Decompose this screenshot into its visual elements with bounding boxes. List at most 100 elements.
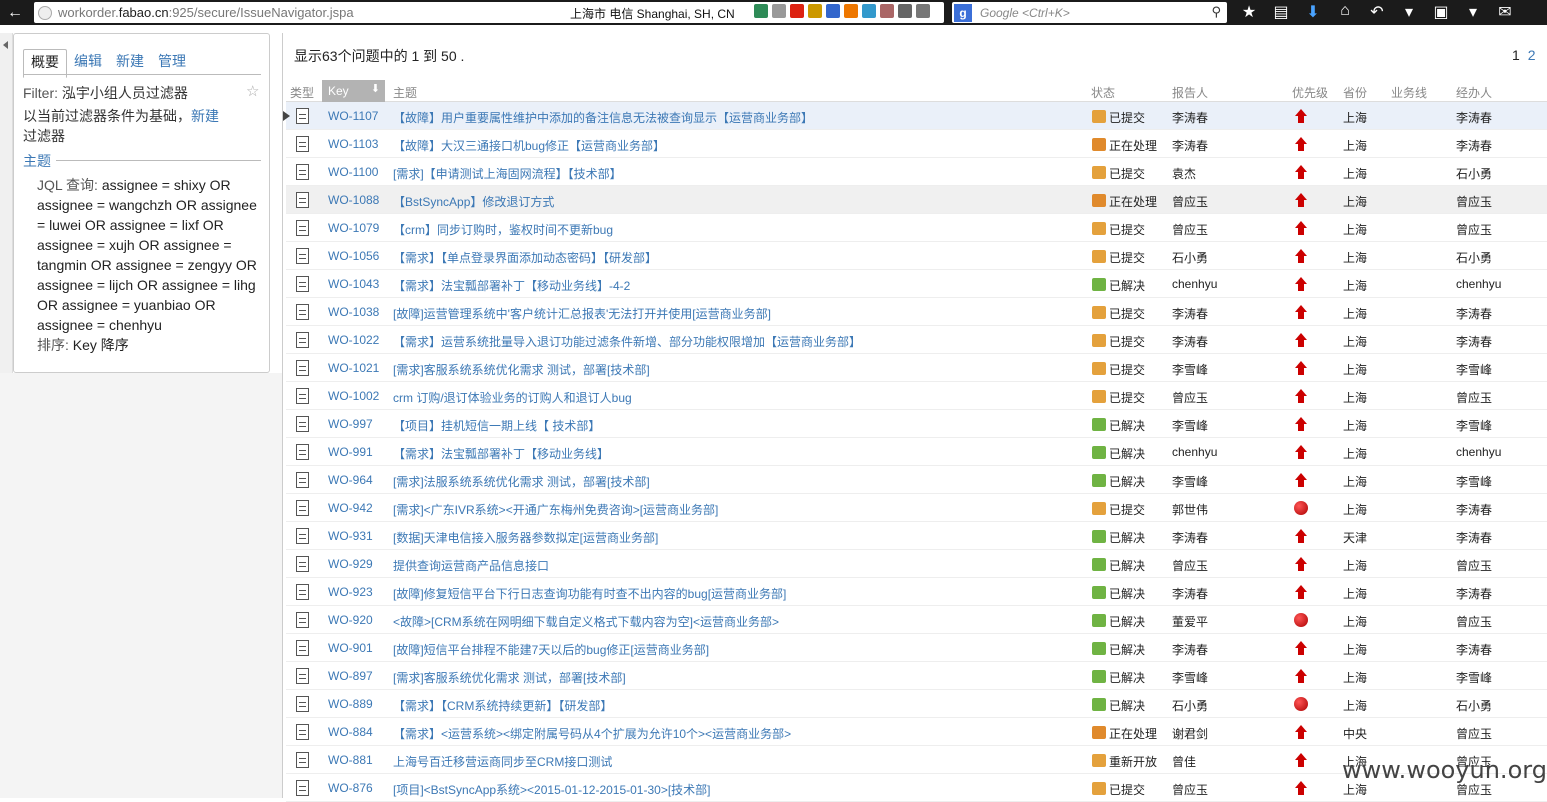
issue-summary-link[interactable]: 【需求】【单点登录界面添加动态密码】【研发部】 bbox=[393, 249, 657, 266]
issue-summary-link[interactable]: 【需求】【CRM系统持续更新】【研发部】 bbox=[393, 697, 612, 714]
issue-summary-link[interactable]: crm 订购/退订体验业务的订购人和退订人bug bbox=[393, 389, 632, 406]
table-row[interactable]: WO-931 [数据]天津电信接入服务器参数拟定[运营商业务部] 已解决 李涛春 天津 李… bbox=[286, 522, 1547, 550]
issue-summary-link[interactable]: 【需求】法宝瓢部署补丁【移动业务线】-4-2 bbox=[393, 277, 630, 294]
table-row[interactable]: WO-897 [需求]客服系统优化需求 测试，部署[技术部] 已解决 李雪峰 上海 李雪峰 bbox=[286, 662, 1547, 690]
bookmark-star-icon[interactable]: ★ bbox=[1238, 2, 1260, 22]
col-bizline[interactable]: 业务线 bbox=[1391, 84, 1427, 101]
undo-icon[interactable]: ↶ bbox=[1366, 2, 1388, 22]
issue-key-link[interactable]: WO-884 bbox=[328, 725, 373, 739]
issue-summary-link[interactable]: 【需求】<运营系统><绑定附属号码从4个扩展为允许10个><运营商业务部> bbox=[393, 725, 791, 742]
issue-key-link[interactable]: WO-942 bbox=[328, 501, 373, 515]
home-icon[interactable]: ⌂ bbox=[1334, 2, 1356, 22]
shield-icon[interactable] bbox=[754, 4, 768, 18]
issue-key-link[interactable]: WO-1079 bbox=[328, 221, 379, 235]
col-summary[interactable]: 主题 bbox=[393, 84, 417, 101]
issue-summary-link[interactable]: 【项目】挂机短信一期上线【 技术部】 bbox=[393, 417, 600, 434]
issue-key-link[interactable]: WO-923 bbox=[328, 585, 373, 599]
issue-key-link[interactable]: WO-1103 bbox=[328, 137, 378, 151]
table-row[interactable]: WO-884 【需求】<运营系统><绑定附属号码从4个扩展为允许10个><运营商业… bbox=[286, 718, 1547, 746]
issue-key-link[interactable]: WO-929 bbox=[328, 557, 373, 571]
new-filter-link[interactable]: 新建 bbox=[191, 108, 219, 124]
issue-key-link[interactable]: WO-1022 bbox=[328, 333, 379, 347]
bookmarks-list-icon[interactable]: ▤ bbox=[1270, 2, 1292, 22]
col-assignee[interactable]: 经办人 bbox=[1456, 84, 1492, 101]
issue-summary-link[interactable]: 【故障】用户重要属性维护中添加的备注信息无法被查询显示【运营商业务部】 bbox=[393, 109, 813, 126]
table-row[interactable]: WO-889 【需求】【CRM系统持续更新】【研发部】 已解决 石小勇 上海 石小勇 bbox=[286, 690, 1547, 718]
search-engine-icon[interactable]: g bbox=[954, 3, 972, 22]
table-row[interactable]: WO-901 [故障]短信平台排程不能建7天以后的bug修正[运营商业务部] 已解决… bbox=[286, 634, 1547, 662]
flag-icon[interactable] bbox=[790, 4, 804, 18]
dropdown-icon[interactable] bbox=[898, 4, 912, 18]
issue-summary-link[interactable]: 提供查询运营商产品信息接口 bbox=[393, 557, 549, 574]
java-icon[interactable] bbox=[880, 4, 894, 18]
issue-key-link[interactable]: WO-991 bbox=[328, 445, 373, 459]
table-row[interactable]: WO-1088 【BstSyncApp】修改退订方式 正在处理 曾应玉 上海 曾应玉 bbox=[286, 186, 1547, 214]
tools-icon[interactable] bbox=[808, 4, 822, 18]
issue-summary-link[interactable]: [需求]客服系统优化需求 测试，部署[技术部] bbox=[393, 669, 626, 686]
table-row[interactable]: WO-1002 crm 订购/退订体验业务的订购人和退订人bug 已提交 曾应玉 上海 曾… bbox=[286, 382, 1547, 410]
table-row[interactable]: WO-1100 [需求]【申请测试上海固网流程】【技术部】 已提交 袁杰 上海 石小勇 bbox=[286, 158, 1547, 186]
issue-key-link[interactable]: WO-931 bbox=[328, 529, 373, 543]
issue-key-link[interactable]: WO-920 bbox=[328, 613, 373, 627]
collapse-arrow-icon[interactable] bbox=[3, 41, 8, 49]
col-status[interactable]: 状态 bbox=[1091, 84, 1115, 101]
issue-summary-link[interactable]: [数据]天津电信接入服务器参数拟定[运营商业务部] bbox=[393, 529, 658, 546]
table-row[interactable]: WO-997 【项目】挂机短信一期上线【 技术部】 已解决 李雪峰 上海 李雪峰 bbox=[286, 410, 1547, 438]
table-row[interactable]: WO-1021 [需求]客服系统系统优化需求 测试，部署[技术部] 已提交 李雪峰 上海… bbox=[286, 354, 1547, 382]
issue-summary-link[interactable]: [故障]修复短信平台下行日志查询功能有时查不出内容的bug[运营商业务部] bbox=[393, 585, 786, 602]
site-info-icon[interactable] bbox=[38, 5, 52, 20]
issue-summary-link[interactable]: <故障>[CRM系统在网明细下载自定义格式下载内容为空]<运营商业务部> bbox=[393, 613, 779, 630]
issue-key-link[interactable]: WO-897 bbox=[328, 669, 373, 683]
col-province[interactable]: 省份 bbox=[1343, 84, 1367, 101]
issue-key-link[interactable]: WO-876 bbox=[328, 781, 373, 795]
table-row[interactable]: WO-1079 【crm】同步订购时，鉴权时间不更新bug 已提交 曾应玉 上海 曾应玉 bbox=[286, 214, 1547, 242]
table-row[interactable]: WO-1107 【故障】用户重要属性维护中添加的备注信息无法被查询显示【运营商业务… bbox=[283, 102, 1547, 130]
download-icon[interactable]: ⬇ bbox=[1302, 2, 1324, 22]
table-row[interactable]: WO-991 【需求】法宝瓢部署补丁【移动业务线】 已解决 chenhyu 上海 chen… bbox=[286, 438, 1547, 466]
issue-summary-link[interactable]: [需求]【申请测试上海固网流程】【技术部】 bbox=[393, 165, 622, 182]
sidebar-collapse-strip[interactable] bbox=[0, 33, 13, 373]
search-icon[interactable]: ⚲ bbox=[1211, 4, 1221, 20]
issue-summary-link[interactable]: [故障]短信平台排程不能建7天以后的bug修正[运营商业务部] bbox=[393, 641, 709, 658]
crop-icon[interactable]: ▣ bbox=[1430, 2, 1452, 22]
issue-summary-link[interactable]: 【需求】运营系统批量导入退订功能过滤条件新增、部分功能权限增加【运营商业务部】 bbox=[393, 333, 861, 350]
issue-key-link[interactable]: WO-881 bbox=[328, 753, 373, 767]
col-type[interactable]: 类型 bbox=[290, 84, 314, 101]
menu-dropdown-icon[interactable]: ▾ bbox=[1398, 2, 1420, 22]
chat-icon[interactable]: ✉ bbox=[1494, 2, 1516, 22]
issue-key-link[interactable]: WO-997 bbox=[328, 417, 373, 431]
issue-summary-link[interactable]: 【故障】大汉三通接口机bug修正【运营商业务部】 bbox=[393, 137, 665, 154]
issue-summary-link[interactable]: [需求]法服系统系统优化需求 测试，部署[技术部] bbox=[393, 473, 650, 490]
issue-key-link[interactable]: WO-1107 bbox=[328, 109, 378, 123]
col-key-sorted[interactable]: Key ⬇ bbox=[322, 80, 385, 102]
table-row[interactable]: WO-1038 [故障]运营管理系统中'客户统计汇总报表'无法打开并使用[运营商业… bbox=[286, 298, 1547, 326]
table-row[interactable]: WO-1103 【故障】大汉三通接口机bug修正【运营商业务部】 正在处理 李涛春 上海… bbox=[286, 130, 1547, 158]
table-row[interactable]: WO-923 [故障]修复短信平台下行日志查询功能有时查不出内容的bug[运营商业… bbox=[286, 578, 1547, 606]
col-reporter[interactable]: 报告人 bbox=[1172, 84, 1208, 101]
issue-key-link[interactable]: WO-1038 bbox=[328, 305, 379, 319]
addon-icon[interactable] bbox=[844, 4, 858, 18]
table-row[interactable]: WO-1022 【需求】运营系统批量导入退订功能过滤条件新增、部分功能权限增加【运… bbox=[286, 326, 1547, 354]
issue-summary-link[interactable]: 【需求】法宝瓢部署补丁【移动业务线】 bbox=[393, 445, 609, 462]
issue-key-link[interactable]: WO-901 bbox=[328, 641, 373, 655]
issue-summary-link[interactable]: [需求]客服系统系统优化需求 测试，部署[技术部] bbox=[393, 361, 650, 378]
table-row[interactable]: WO-1056 【需求】【单点登录界面添加动态密码】【研发部】 已提交 石小勇 上海 石小… bbox=[286, 242, 1547, 270]
issue-key-link[interactable]: WO-1100 bbox=[328, 165, 378, 179]
issue-key-link[interactable]: WO-964 bbox=[328, 473, 373, 487]
table-row[interactable]: WO-1043 【需求】法宝瓢部署补丁【移动业务线】-4-2 已解决 chenhyu 上… bbox=[286, 270, 1547, 298]
issue-key-link[interactable]: WO-1088 bbox=[328, 193, 379, 207]
issue-key-link[interactable]: WO-1043 bbox=[328, 277, 379, 291]
favorite-star-icon[interactable]: ☆ bbox=[246, 82, 259, 100]
issue-summary-link[interactable]: [需求]<广东IVR系统><开通广东梅州免费咨询>[运营商业务部] bbox=[393, 501, 718, 518]
col-priority[interactable]: 优先级 bbox=[1292, 84, 1328, 101]
table-row[interactable]: WO-920 <故障>[CRM系统在网明细下载自定义格式下载内容为空]<运营商业务… bbox=[286, 606, 1547, 634]
table-row[interactable]: WO-929 提供查询运营商产品信息接口 已解决 曾应玉 上海 曾应玉 bbox=[286, 550, 1547, 578]
issue-key-link[interactable]: WO-1002 bbox=[328, 389, 379, 403]
issue-summary-link[interactable]: 【crm】同步订购时，鉴权时间不更新bug bbox=[393, 221, 613, 238]
issue-summary-link[interactable]: 上海号百迁移营运商同步至CRM接口测试 bbox=[393, 753, 612, 770]
issue-summary-link[interactable]: [故障]运营管理系统中'客户统计汇总报表'无法打开并使用[运营商业务部] bbox=[393, 305, 771, 322]
reload-icon[interactable] bbox=[916, 4, 930, 18]
table-row[interactable]: WO-964 [需求]法服系统系统优化需求 测试，部署[技术部] 已解决 李雪峰 上海 李… bbox=[286, 466, 1547, 494]
issue-key-link[interactable]: WO-1056 bbox=[328, 249, 379, 263]
page-2-link[interactable]: 2 bbox=[1528, 47, 1536, 63]
